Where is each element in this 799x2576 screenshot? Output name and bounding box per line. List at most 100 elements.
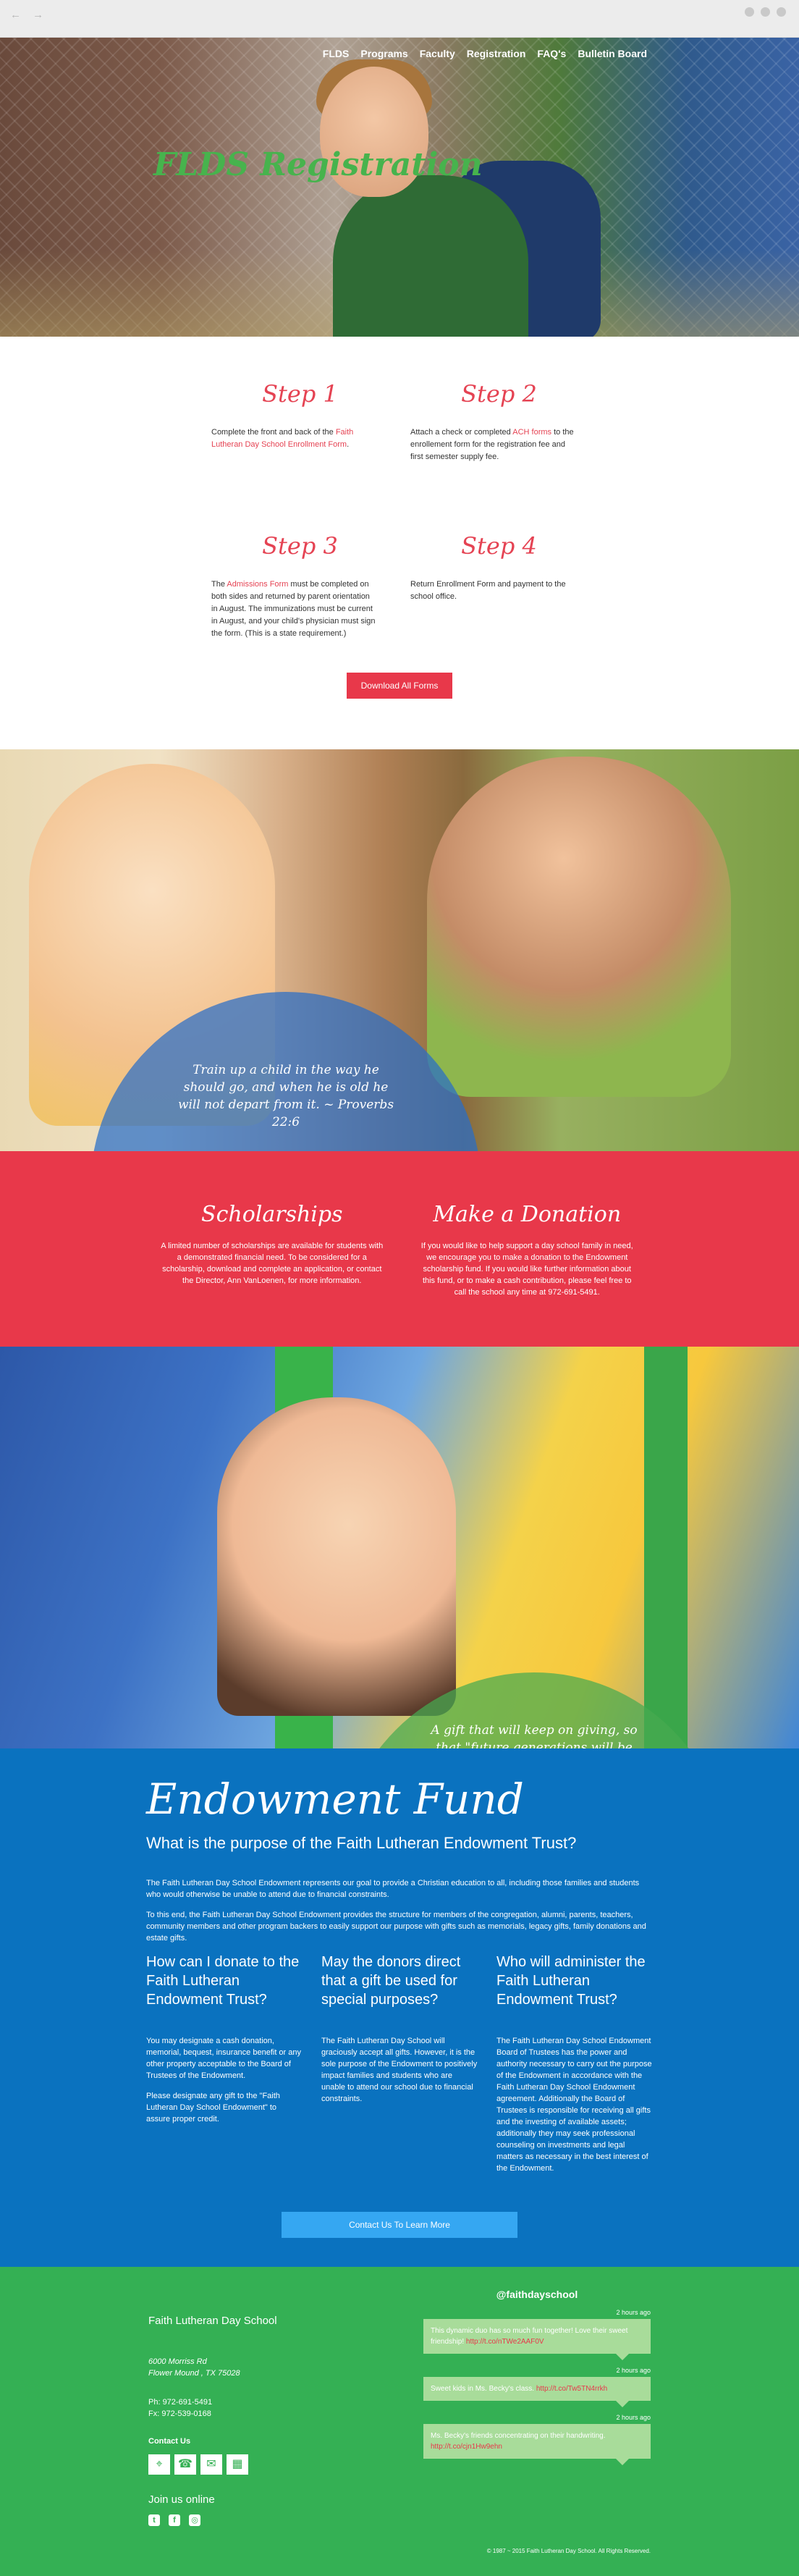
contact-icons: ⌖ ☎ ✉ ▦ <box>148 2454 337 2475</box>
faq-answer: The Faith Lutheran Day School Endowment … <box>496 2037 652 2173</box>
twitter-feed: @faithdayschool 2 hours ago This dynamic… <box>423 2289 651 2526</box>
photo-section-playground: A gift that will keep on giving, so that… <box>0 1347 799 1748</box>
phone-number: Ph: 972-691-5491 <box>148 2398 213 2407</box>
endowment-section: Endowment Fund What is the purpose of th… <box>0 1748 799 2267</box>
step-title: Step 3 <box>262 532 338 560</box>
calendar-icon[interactable]: ▦ <box>227 2454 248 2475</box>
step-1: Step 1 Complete the front and back of th… <box>211 380 389 463</box>
map-icon[interactable]: ⌖ <box>148 2454 170 2475</box>
download-all-forms-button[interactable]: Download All Forms <box>347 673 452 699</box>
step-title: Step 1 <box>262 380 338 408</box>
nav-item-programs[interactable]: Programs <box>360 48 407 59</box>
tweet-bubble: Sweet kids in Ms. Becky's class. http://… <box>423 2377 651 2407</box>
photo-child <box>217 1397 456 1716</box>
step-text: Attach a check or completed ACH forms to… <box>410 426 577 463</box>
scholarships-text: A limited number of scholarships are ava… <box>161 1242 384 1285</box>
nav-item-registration[interactable]: Registration <box>467 48 526 59</box>
faq-answer: The Faith Lutheran Day School will graci… <box>321 2037 478 2103</box>
nav-item-flds[interactable]: FLDS <box>323 48 350 59</box>
tweet-link[interactable]: http://t.co/Tw5TN4rrkh <box>536 2385 607 2393</box>
quote-text: A gift that will keep on giving, so that… <box>431 1723 638 1748</box>
join-us-label: Join us online <box>148 2493 215 2506</box>
endowment-paragraph: To this end, the Faith Lutheran Day Scho… <box>146 1911 646 1942</box>
page-title: FLDS Registration <box>153 146 483 183</box>
hero-photo-boy-body <box>333 175 528 337</box>
step-text-part: Return Enrollment Form and payment to th… <box>410 580 566 601</box>
twitter-handle[interactable]: @faithdayschool <box>423 2289 651 2300</box>
quote-text: Train up a child in the way he should go… <box>177 1063 394 1129</box>
footer: Faith Lutheran Day School 6000 Morriss R… <box>0 2267 799 2576</box>
twitter-icon[interactable]: t <box>148 2514 160 2526</box>
faq-question: How can I donate to the Faith Lutheran E… <box>146 1954 300 2008</box>
donation-block: Make a Donation If you would like to hel… <box>416 1202 639 1298</box>
step-4: Step 4 Return Enrollment Form and paymen… <box>410 532 588 640</box>
browser-nav-arrows-icon[interactable]: ← → <box>10 9 48 21</box>
email-icon[interactable]: ✉ <box>200 2454 222 2475</box>
registration-steps: Step 1 Complete the front and back of th… <box>0 337 799 749</box>
scholarship-donation-section: Scholarships A limited number of scholar… <box>0 1151 799 1347</box>
tweet-link[interactable]: http://t.co/nTWe2AAF0V <box>466 2338 544 2346</box>
social-links: t f ◎ <box>148 2514 337 2526</box>
endowment-title: Endowment Fund <box>146 1775 524 1824</box>
scholarships-title: Scholarships <box>201 1202 343 1227</box>
footer-school-name: Faith Lutheran Day School <box>148 2315 277 2327</box>
tweet-time: 2 hours ago <box>616 2309 651 2316</box>
donation-text: If you would like to help support a day … <box>420 1242 633 1297</box>
instagram-icon[interactable]: ◎ <box>189 2514 200 2526</box>
step-text: Return Enrollment Form and payment to th… <box>410 578 577 603</box>
step-text-part: must be completed on both sides and retu… <box>211 580 376 638</box>
faq-answer: You may designate a cash donation, memor… <box>146 2037 302 2080</box>
faq-administer: Who will administer the Faith Lutheran E… <box>496 1953 653 2183</box>
tweet: 2 hours ago Sweet kids in Ms. Becky's cl… <box>423 2367 651 2407</box>
address-line: 6000 Morriss Rd <box>148 2357 207 2366</box>
faq-question: May the donors direct that a gift be use… <box>321 1954 461 2008</box>
footer-phones: Ph: 972-691-5491 Fx: 972-539-0168 <box>148 2396 337 2420</box>
contact-us-button[interactable]: Contact Us To Learn More <box>282 2212 517 2238</box>
nav-item-faculty[interactable]: Faculty <box>420 48 455 59</box>
contact-us-label: Contact Us <box>148 2437 191 2446</box>
copyright: © 1987 ~ 2015 Faith Lutheran Day School.… <box>486 2548 651 2554</box>
tweet: 2 hours ago This dynamic duo has so much… <box>423 2309 651 2360</box>
fax-number: Fx: 972-539-0168 <box>148 2409 211 2418</box>
step-text: The Admissions Form must be completed on… <box>211 578 378 640</box>
step-text-part: The <box>211 580 227 589</box>
tweet-link[interactable]: http://t.co/cjn1Hw9ehn <box>431 2443 502 2451</box>
nav-item-faqs[interactable]: FAQ's <box>537 48 566 59</box>
window-dot-icon[interactable] <box>745 7 754 17</box>
tweet: 2 hours ago Ms. Becky's friends concentr… <box>423 2414 651 2465</box>
step-title: Step 4 <box>461 532 537 560</box>
scholarships-block: Scholarships A limited number of scholar… <box>161 1202 384 1298</box>
endowment-paragraph: The Faith Lutheran Day School Endowment … <box>146 1879 640 1899</box>
step-3: Step 3 The Admissions Form must be compl… <box>211 532 389 640</box>
faq-donate: How can I donate to the Faith Lutheran E… <box>146 1953 303 2183</box>
footer-contact-info: Faith Lutheran Day School 6000 Morriss R… <box>148 2289 337 2526</box>
faq-question: Who will administer the Faith Lutheran E… <box>496 1954 646 2008</box>
facebook-icon[interactable]: f <box>169 2514 180 2526</box>
phone-icon[interactable]: ☎ <box>174 2454 196 2475</box>
window-dot-icon[interactable] <box>761 7 770 17</box>
tweet-time: 2 hours ago <box>616 2414 651 2421</box>
faq-special-purposes: May the donors direct that a gift be use… <box>321 1953 478 2183</box>
window-dot-icon[interactable] <box>777 7 786 17</box>
step-title: Step 2 <box>461 380 537 408</box>
tweet-time: 2 hours ago <box>616 2367 651 2374</box>
browser-chrome: ← → <box>0 0 799 38</box>
photo-section-teacher: Train up a child in the way he should go… <box>0 749 799 1151</box>
address-line: Flower Mound , TX 75028 <box>148 2369 240 2378</box>
photo-green-pole <box>644 1347 688 1748</box>
photo-teacher <box>427 757 731 1097</box>
nav-item-bulletin-board[interactable]: Bulletin Board <box>578 48 647 59</box>
step-2: Step 2 Attach a check or completed ACH f… <box>410 380 588 463</box>
window-controls <box>745 7 786 17</box>
step-text-part: Complete the front and back of the <box>211 428 336 437</box>
step-text-part: . <box>347 440 350 449</box>
step-text-part: Attach a check or completed <box>410 428 513 437</box>
faq-answer: Please designate any gift to the "Faith … <box>146 2092 280 2123</box>
hero-banner: FLDS Programs Faculty Registration FAQ's… <box>0 38 799 337</box>
tweet-bubble: Ms. Becky's friends concentrating on the… <box>423 2424 651 2465</box>
endowment-subtitle: What is the purpose of the Faith Luthera… <box>146 1834 577 1852</box>
admissions-form-link[interactable]: Admissions Form <box>227 580 288 589</box>
ach-forms-link[interactable]: ACH forms <box>512 428 551 437</box>
step-text: Complete the front and back of the Faith… <box>211 426 378 451</box>
footer-address: 6000 Morriss Rd Flower Mound , TX 75028 <box>148 2356 337 2379</box>
